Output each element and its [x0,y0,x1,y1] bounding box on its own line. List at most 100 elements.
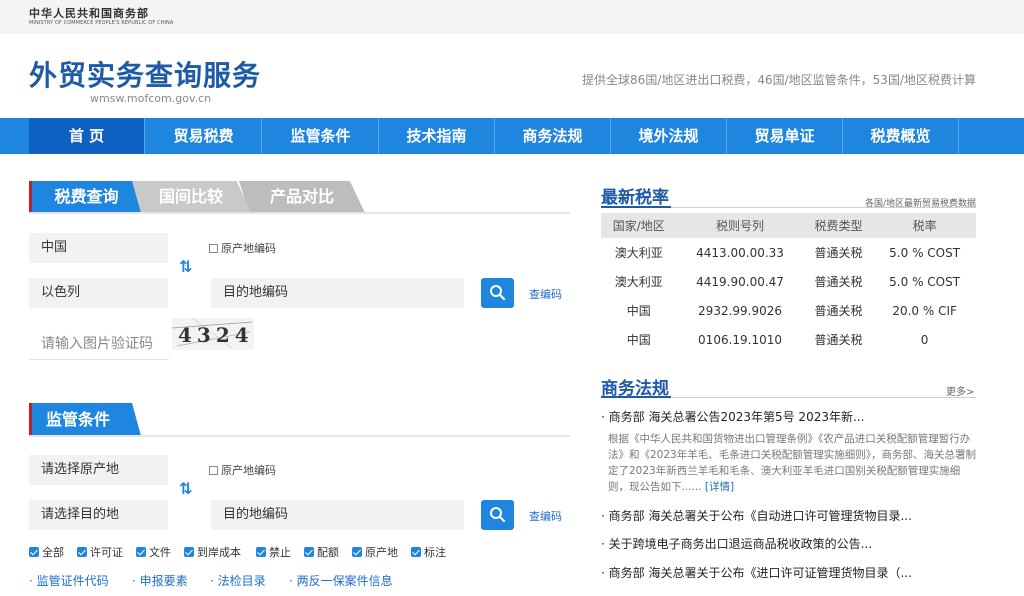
nav-tax-overview[interactable]: 税费概览 [843,118,959,154]
link-trade-remedy[interactable]: · 两反一保案件信息 [289,572,393,589]
checkbox-checked-icon[interactable] [29,547,39,557]
link-declaration-label: 申报要素 [139,574,188,588]
top-bar: 中华人民共和国商务部 MINISTRY OF COMMERCE PEOPLE'S… [0,0,1024,34]
filter-label: 许可证 [90,546,123,559]
tab-country-compare-label: 国间比较 [158,187,223,206]
regulation-item[interactable]: · 关于跨境电子商务出口退运商品税收政策的公告... [601,535,872,552]
cell-rate: 0 [920,332,929,347]
nav-home[interactable]: 首 页 [29,118,145,154]
ministry-name-cn: 中华人民共和国商务部 [29,7,149,20]
checkbox-checked-icon[interactable] [77,547,87,557]
checkbox-checked-icon[interactable] [256,547,266,557]
checkbox-checked-icon[interactable] [184,547,194,557]
latest-rates-table: 国家/地区 税则号列 税费类型 税率 澳大利亚 4413.00.00.33 普通… [601,213,976,354]
nav-trade-docs[interactable]: 贸易单证 [727,118,843,154]
filter-label: 禁止 [269,546,291,559]
checkbox-checked-icon[interactable] [136,547,146,557]
col-tax-type: 税费类型 [803,213,874,238]
regulation-item[interactable]: · 商务部 海关总署关于公布《进口许可证管理货物目录（... [601,564,912,581]
sup-dest-code-input[interactable]: 目的地编码 [211,500,464,530]
checkbox-box[interactable] [209,465,218,475]
cell-rate: 20.0 % CIF [892,303,957,318]
col-tariff-code: 税则号列 [676,213,804,238]
nav-tech-guide[interactable]: 技术指南 [379,118,495,154]
cell-tax-type: 普通关税 [814,333,863,347]
captcha-input[interactable]: 请输入图片验证码 [29,322,169,360]
cell-rate: 5.0 % COST [889,274,961,289]
divider-accent [601,396,671,398]
nav-commerce-law[interactable]: 商务法规 [495,118,611,154]
regulations-more-link[interactable]: 更多> [946,383,974,398]
latest-rates-title: 最新税率 [601,188,669,208]
tax-query-tabs: 产品对比 国间比较 税费查询 [29,181,570,214]
cell-tariff-code: 2932.99.9026 [698,303,783,318]
cell-country: 中国 [626,304,651,318]
filter-landed-cost[interactable]: 到岸成本 [184,544,241,560]
regulation-item[interactable]: · 商务部 海关总署关于公布《自动进口许可管理货物目录... [601,507,912,524]
filter-prohibited[interactable]: 禁止 [256,544,291,560]
nav-supervision[interactable]: 监管条件 [263,118,379,154]
cell-rate: 5.0 % COST [889,245,961,260]
checkbox-box[interactable] [209,243,218,253]
tabs-divider [29,212,570,214]
table-row[interactable]: 中国 2932.99.9026 普通关税 20.0 % CIF [601,296,976,325]
regulation-detail-link[interactable]: [详情] [705,481,734,493]
filter-all[interactable]: 全部 [29,544,64,560]
filter-marking[interactable]: 标注 [411,544,446,560]
checkbox-checked-icon[interactable] [304,547,314,557]
ministry-name-en: MINISTRY OF COMMERCE PEOPLE'S REPUBLIC O… [29,20,174,26]
search-icon [490,507,506,523]
link-cert-code[interactable]: · 监管证件代码 [29,572,109,589]
checkbox-checked-icon[interactable] [352,547,362,557]
col-rate: 税率 [873,213,976,238]
origin-select[interactable]: 请选择原产地 [29,455,168,485]
swap-icon[interactable]: ⇅ [179,479,192,498]
nav-trade-tax[interactable]: 贸易税费 [146,118,262,154]
filter-label: 配额 [317,546,339,559]
link-inspection-label: 法检目录 [217,574,266,588]
table-row[interactable]: 澳大利亚 4419.90.00.47 普通关税 5.0 % COST [601,267,976,296]
lookup-code-link[interactable]: 查编码 [529,286,562,302]
cell-country: 澳大利亚 [614,275,663,289]
search-button[interactable] [481,278,514,308]
divider-accent [601,206,671,208]
origin-code-checkbox[interactable]: 原产地编码 [209,240,276,256]
dest-country-select[interactable]: 以色列 [29,278,168,308]
ministry-logo[interactable]: 中华人民共和国商务部 MINISTRY OF COMMERCE PEOPLE'S… [29,7,173,26]
regulation-summary: 根据《中华人民共和国货物进出口管理条例》《农产品进口关税配额管理暂行办法》和《2… [608,431,980,495]
dest-code-input[interactable]: 目的地编码 [211,278,464,308]
tab-country-compare[interactable]: 国间比较 [131,181,251,213]
sup-lookup-code-link[interactable]: 查编码 [529,508,562,524]
cell-tariff-code: 4413.00.00.33 [696,245,784,260]
cell-country: 澳大利亚 [614,246,663,260]
captcha-image[interactable]: 4324 [172,318,254,350]
site-title[interactable]: 外贸实务查询服务 [29,54,261,94]
link-trade-remedy-label: 两反一保案件信息 [296,574,393,588]
filter-document[interactable]: 文件 [136,544,171,560]
captcha-text: 4324 [178,323,254,347]
origin-country-select[interactable]: 中国 [29,233,168,263]
search-icon [490,285,506,301]
nav-foreign-law[interactable]: 境外法规 [611,118,727,154]
swap-icon[interactable]: ⇅ [179,257,192,276]
checkbox-checked-icon[interactable] [411,547,421,557]
section-divider [29,435,570,437]
filter-license[interactable]: 许可证 [77,544,123,560]
supervision-section-title: 监管条件 [29,403,570,437]
origin-code-label: 原产地编码 [221,242,276,255]
regulation-item[interactable]: · 商务部 海关总署公告2023年第5号 2023年新... [601,408,864,425]
table-row[interactable]: 澳大利亚 4413.00.00.33 普通关税 5.0 % COST [601,238,976,267]
link-inspection[interactable]: · 法检目录 [210,572,266,589]
sup-origin-code-checkbox[interactable]: 原产地编码 [209,462,276,478]
table-row[interactable]: 中国 0106.19.1010 普通关税 0 [601,325,976,354]
tab-tax-query[interactable]: 税费查询 [29,181,141,213]
filter-quota[interactable]: 配额 [304,544,339,560]
filter-label: 标注 [424,546,446,559]
tab-product-compare[interactable]: 产品对比 [239,181,365,213]
link-declaration[interactable]: · 申报要素 [132,572,188,589]
sup-search-button[interactable] [481,500,514,530]
filter-origin[interactable]: 原产地 [352,544,398,560]
dest-select[interactable]: 请选择目的地 [29,500,168,530]
cell-tax-type: 普通关税 [814,246,863,260]
tab-product-compare-label: 产品对比 [269,187,334,206]
